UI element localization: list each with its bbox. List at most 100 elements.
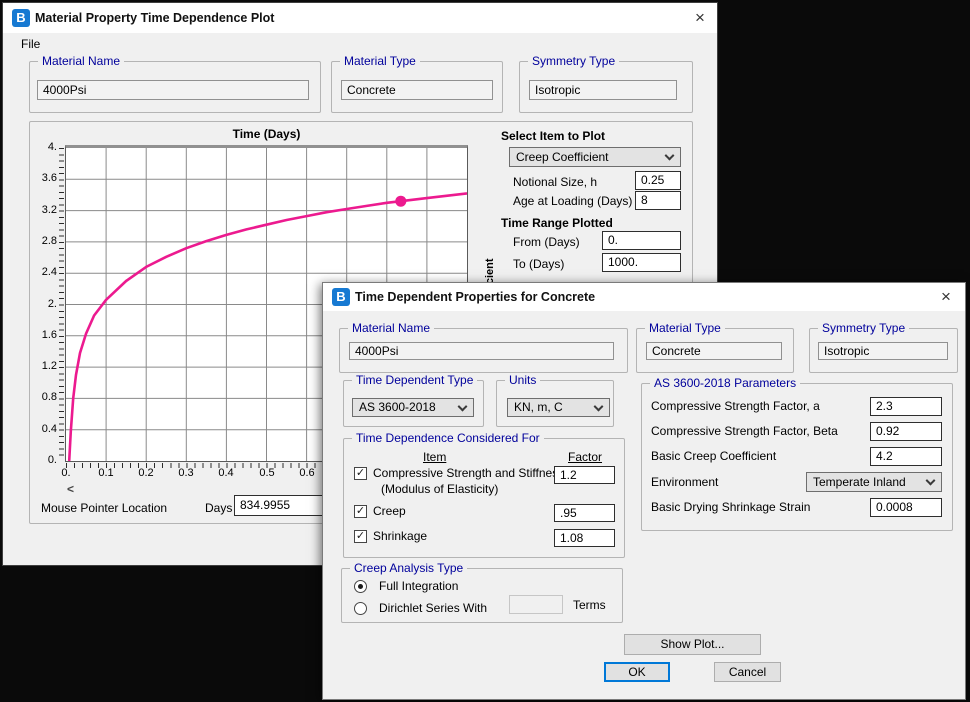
units-value: KN, m, C	[514, 400, 563, 414]
select-item-dropdown[interactable]: Creep Coefficient	[509, 147, 681, 167]
cancel-button[interactable]: Cancel	[714, 662, 781, 682]
drying-shrinkage-input[interactable]: 0.0008	[870, 498, 942, 517]
back-dialog-titlebar[interactable]: B Material Property Time Dependence Plot…	[3, 3, 717, 33]
factor-header: Factor	[568, 450, 602, 464]
creep-checkbox[interactable]: ✓	[354, 505, 367, 518]
material-name-value: 4000Psi	[37, 80, 309, 100]
symmetry-type-value: Isotropic	[818, 342, 948, 360]
strength-factor-a-input[interactable]: 2.3	[870, 397, 942, 416]
environment-label: Environment	[651, 472, 718, 492]
check-icon: ✓	[356, 505, 365, 517]
app-icon: B	[332, 288, 350, 306]
units-caption: Units	[505, 373, 540, 387]
time-dependent-type-value: AS 3600-2018	[359, 400, 436, 414]
show-plot-button[interactable]: Show Plot...	[624, 634, 761, 655]
curve-marker-point	[395, 196, 406, 207]
material-type-caption: Material Type	[645, 321, 725, 335]
symmetry-type-value: Isotropic	[529, 80, 677, 100]
y-tick-label: 2.4	[19, 266, 57, 278]
chevron-down-icon	[594, 401, 604, 411]
full-integration-label: Full Integration	[379, 579, 458, 594]
full-integration-radio[interactable]	[354, 580, 367, 593]
y-tick-label: 1.6	[19, 329, 57, 341]
y-tick-label: 2.	[19, 298, 57, 310]
y-tick-label: 3.2	[19, 204, 57, 216]
as-parameters-caption: AS 3600-2018 Parameters	[650, 376, 800, 390]
menu-bar: File	[3, 33, 717, 55]
y-tick-label: 2.8	[19, 235, 57, 247]
strength-factor-a-label: Compressive Strength Factor, a	[651, 397, 820, 416]
age-loading-label: Age at Loading (Days)	[513, 192, 632, 211]
time-dependent-properties-dialog: B Time Dependent Properties for Concrete…	[322, 282, 966, 700]
creep-label: Creep	[373, 504, 406, 519]
basic-creep-coefficient-input[interactable]: 4.2	[870, 447, 942, 466]
to-days-input[interactable]: 1000.	[602, 253, 681, 272]
mouse-pointer-label: Mouse Pointer Location	[41, 498, 167, 518]
shrinkage-label: Shrinkage	[373, 529, 427, 544]
item-header: Item	[423, 450, 446, 464]
x-tick-label: 0.6	[291, 467, 323, 479]
from-days-input[interactable]: 0.	[602, 231, 681, 250]
y-tick-label: 0.8	[19, 391, 57, 403]
basic-creep-coefficient-label: Basic Creep Coefficient	[651, 447, 776, 466]
check-icon: ✓	[356, 530, 365, 542]
x-tick-label: 0.1	[90, 467, 122, 479]
compressive-strength-factor-input[interactable]: 1.2	[554, 466, 615, 484]
material-name-caption: Material Name	[38, 54, 124, 68]
time-range-label: Time Range Plotted	[501, 216, 613, 230]
select-item-value: Creep Coefficient	[516, 150, 609, 164]
front-dialog-titlebar[interactable]: B Time Dependent Properties for Concrete…	[323, 283, 965, 311]
ok-button[interactable]: OK	[604, 662, 670, 682]
y-axis-ticks	[59, 148, 64, 461]
x-tick-label: 0.	[50, 467, 82, 479]
x-tick-label: 0.4	[210, 467, 242, 479]
material-name-caption: Material Name	[348, 321, 434, 335]
shrinkage-factor-input[interactable]: 1.08	[554, 529, 615, 547]
compressive-strength-label: Compressive Strength and Stiffness	[373, 466, 564, 481]
drying-shrinkage-label: Basic Drying Shrinkage Strain	[651, 498, 810, 517]
notional-size-input[interactable]: 0.25	[635, 171, 681, 190]
chart-title: Time (Days)	[65, 127, 468, 141]
close-icon[interactable]: ×	[935, 286, 957, 308]
dirichlet-series-label: Dirichlet Series With	[379, 601, 487, 616]
strength-factor-beta-label: Compressive Strength Factor, Beta	[651, 422, 838, 441]
time-dependent-type-dropdown[interactable]: AS 3600-2018	[352, 398, 474, 417]
shrinkage-checkbox[interactable]: ✓	[354, 530, 367, 543]
mouse-units-label: Days	[205, 498, 232, 518]
to-days-label: To (Days)	[513, 255, 564, 274]
considered-for-caption: Time Dependence Considered For	[352, 431, 544, 445]
compressive-strength-checkbox[interactable]: ✓	[354, 467, 367, 480]
creep-factor-input[interactable]: .95	[554, 504, 615, 522]
terms-input[interactable]	[509, 595, 563, 614]
age-loading-input[interactable]: 8	[635, 191, 681, 210]
chevron-down-icon	[926, 476, 936, 486]
symmetry-type-caption: Symmetry Type	[528, 54, 619, 68]
time-dependent-type-caption: Time Dependent Type	[352, 373, 477, 387]
material-type-caption: Material Type	[340, 54, 420, 68]
material-type-value: Concrete	[646, 342, 782, 360]
chevron-down-icon	[458, 401, 468, 411]
strength-factor-beta-input[interactable]: 0.92	[870, 422, 942, 441]
compressive-strength-label2: (Modulus of Elasticity)	[381, 482, 498, 497]
close-icon[interactable]: ×	[689, 7, 711, 29]
y-tick-label: 0.	[19, 454, 57, 466]
menu-file[interactable]: File	[17, 33, 44, 55]
material-name-value: 4000Psi	[349, 342, 614, 360]
y-tick-label: 1.2	[19, 360, 57, 372]
back-dialog-title: Material Property Time Dependence Plot	[35, 3, 274, 33]
symmetry-type-caption: Symmetry Type	[818, 321, 909, 335]
app-icon: B	[12, 9, 30, 27]
dirichlet-series-radio[interactable]	[354, 602, 367, 615]
environment-dropdown[interactable]: Temperate Inland	[806, 472, 942, 492]
y-tick-label: 0.4	[19, 423, 57, 435]
from-days-label: From (Days)	[513, 233, 580, 252]
material-type-value: Concrete	[341, 80, 493, 100]
y-tick-label: 3.6	[19, 172, 57, 184]
notional-size-label: Notional Size, h	[513, 173, 597, 192]
creep-analysis-caption: Creep Analysis Type	[350, 561, 467, 575]
units-dropdown[interactable]: KN, m, C	[507, 398, 610, 417]
scroll-left-icon[interactable]: <	[67, 482, 74, 496]
x-tick-label: 0.2	[130, 467, 162, 479]
x-tick-label: 0.3	[170, 467, 202, 479]
chevron-down-icon	[665, 151, 675, 161]
